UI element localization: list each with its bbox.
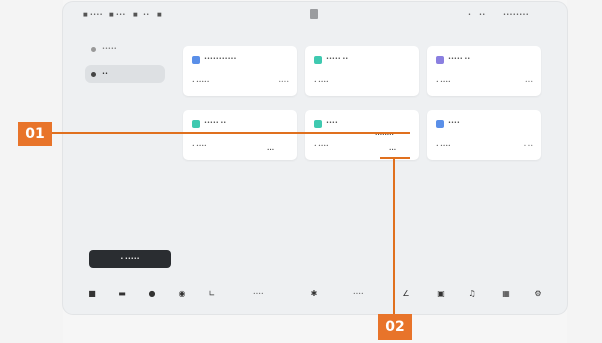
card-title: •••• — [326, 120, 338, 126]
card-mini-label: ••• — [267, 147, 275, 152]
status-item: ■ — [157, 12, 163, 18]
device-icon — [436, 56, 444, 64]
device-card-3[interactable]: ••••• •• • •••• ••• — [427, 46, 541, 96]
left-background — [0, 0, 63, 343]
nav-dot-icon — [91, 46, 96, 52]
status-bar: ■ •••• ■ ••• ■ •• ■ • •• •••••••• — [63, 2, 567, 28]
dock-temperature-right[interactable]: •••• — [353, 292, 364, 297]
callout-01-badge: 01 — [18, 122, 52, 146]
callout-02-line-h — [380, 157, 410, 159]
start-button[interactable]: • ••••• — [89, 250, 171, 268]
device-card-1[interactable]: ••••••••••• • ••••• •••• — [183, 46, 297, 96]
right-background — [567, 0, 602, 343]
callout-01-label: 01 — [25, 126, 45, 142]
card-label: • •••• — [192, 144, 207, 149]
gear-icon[interactable]: ⚙ — [533, 289, 543, 299]
device-card-4[interactable]: ••••• •• • •••• ••• — [183, 110, 297, 160]
card-value: •••• — [278, 80, 289, 85]
card-title: ••••• •• — [204, 120, 227, 126]
status-item: •• — [143, 12, 150, 18]
status-item: •• — [479, 12, 486, 18]
device-card-5[interactable]: •••• •••••••• • •••• ••• — [305, 110, 419, 160]
status-clock: •••••••• — [503, 12, 529, 18]
device-card-2[interactable]: ••••• •• • •••• — [305, 46, 419, 96]
card-title: ••••••••••• — [204, 56, 237, 62]
card-title: ••••• •• — [326, 56, 349, 62]
fan-icon[interactable]: ✱ — [309, 289, 319, 299]
card-label: • •••• — [314, 144, 329, 149]
music-icon[interactable]: ♫ — [467, 289, 477, 299]
start-button-label: • ••••• — [120, 256, 140, 262]
device-card-6[interactable]: •••• • •••• • •• — [427, 110, 541, 160]
device-icon — [314, 120, 322, 128]
card-value: • •• — [523, 144, 533, 149]
nav-item-2[interactable]: •• — [85, 65, 165, 83]
card-title: •••• — [448, 120, 460, 126]
device-icon — [192, 56, 200, 64]
device-icon — [436, 120, 444, 128]
nav-item-1[interactable]: ••••• — [85, 40, 165, 58]
device-screen: ■ •••• ■ ••• ■ •• ■ • •• •••••••• ••••• … — [63, 2, 567, 314]
device-icon — [314, 56, 322, 64]
callout-02-line-v — [393, 157, 395, 315]
status-item: ■ •••• — [83, 12, 103, 18]
status-item: • — [468, 12, 472, 18]
card-label: • •••• — [314, 80, 329, 85]
card-title: ••••• •• — [448, 56, 471, 62]
nav-item-label: ••••• — [102, 46, 117, 52]
status-item: ■ — [133, 12, 139, 18]
center-status-icon — [310, 9, 318, 19]
card-label: • ••••• — [192, 80, 210, 85]
callout-02-label: 02 — [385, 319, 405, 335]
callout-02-badge: 02 — [378, 314, 412, 340]
card-value: ••• — [525, 80, 533, 85]
car-icon[interactable]: ▬ — [117, 289, 127, 299]
seat-right-icon[interactable]: ∠ — [401, 289, 411, 299]
callout-01-line — [48, 132, 410, 134]
side-nav: ••••• •• — [85, 40, 171, 102]
home-icon[interactable]: ■ — [87, 289, 97, 299]
bottom-dock: ■ ▬ ● ◉ ∟ •••• ✱ •••• ∠ ▣ ♫ ▦ ⚙ — [81, 284, 551, 306]
card-label: • •••• — [436, 80, 451, 85]
seat-icon[interactable]: ∟ — [207, 289, 217, 299]
dock-temperature-left[interactable]: •••• — [253, 292, 264, 297]
card-mini-label: ••• — [389, 147, 397, 152]
card-label: • •••• — [436, 144, 451, 149]
device-icon — [192, 120, 200, 128]
settings-icon[interactable]: ◉ — [177, 289, 187, 299]
nav-dot-icon — [91, 71, 96, 77]
status-item: ■ ••• — [109, 12, 126, 18]
nav-item-label: •• — [102, 71, 108, 77]
media-icon[interactable]: ▣ — [436, 289, 446, 299]
apps-grid-icon[interactable]: ▦ — [501, 289, 511, 299]
message-icon[interactable]: ● — [147, 289, 157, 299]
